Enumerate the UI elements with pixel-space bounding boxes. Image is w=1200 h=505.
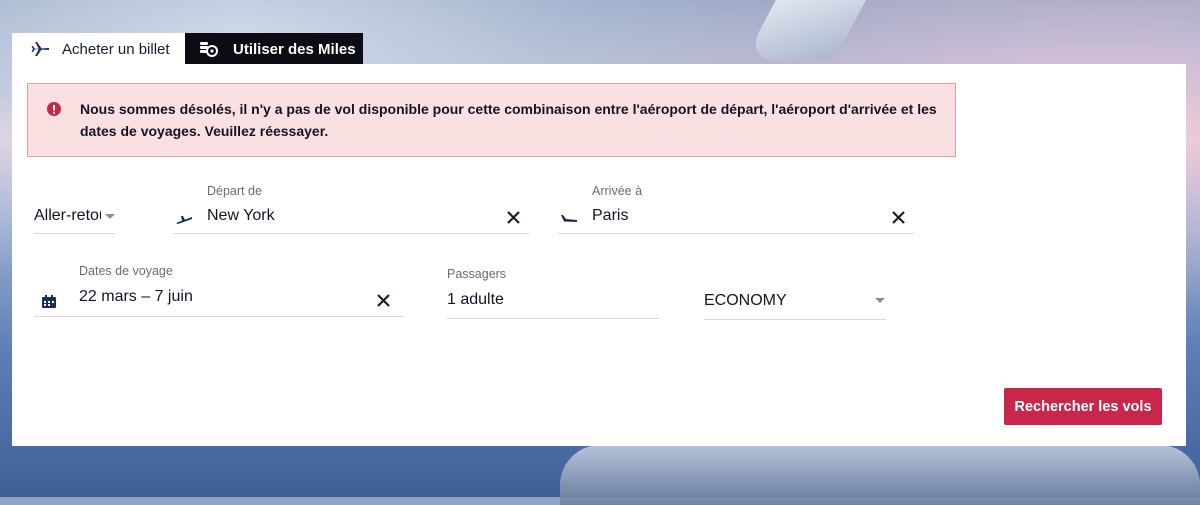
passengers-value: 1 adulte xyxy=(447,291,504,308)
cabin-class-value: ECONOMY xyxy=(704,292,787,309)
landing-icon xyxy=(561,215,577,222)
clear-departure-icon[interactable] xyxy=(507,211,520,224)
chevron-down-icon xyxy=(875,298,885,303)
dates-field[interactable]: 22 mars – 7 juin xyxy=(34,282,403,317)
plane-icon xyxy=(30,41,50,57)
chevron-down-icon xyxy=(105,214,115,219)
trip-type-value: Aller-retour xyxy=(34,207,101,224)
cabin-class-select[interactable]: ECONOMY xyxy=(704,284,886,320)
clear-dates-icon[interactable] xyxy=(377,294,390,307)
booking-form: Nous sommes désolés, il n'y a pas de vol… xyxy=(12,64,1186,446)
clear-arrival-icon[interactable] xyxy=(892,211,905,224)
trip-type-select[interactable]: Aller-retour xyxy=(34,200,116,234)
arrival-value: Paris xyxy=(592,207,629,224)
arrival-label: Arrivée à xyxy=(592,184,643,198)
error-alert: Nous sommes désolés, il n'y a pas de vol… xyxy=(27,83,956,157)
passengers-label: Passagers xyxy=(447,267,507,281)
calendar-icon xyxy=(42,295,56,308)
dates-label: Dates de voyage xyxy=(79,264,173,278)
tab-use-miles[interactable]: Utiliser des Miles xyxy=(185,33,363,65)
tab-buy-ticket[interactable]: Acheter un billet xyxy=(12,33,185,65)
background-engine xyxy=(560,445,1200,505)
departure-label: Départ de xyxy=(207,184,262,198)
error-message: Nous sommes désolés, il n'y a pas de vol… xyxy=(80,101,937,139)
booking-tabs: Acheter un billet Utiliser des Miles xyxy=(12,33,363,65)
search-flights-button[interactable]: Rechercher les vols xyxy=(1004,388,1162,425)
tab-buy-ticket-label: Acheter un billet xyxy=(62,40,170,58)
arrival-field[interactable]: Paris xyxy=(558,200,914,234)
error-icon xyxy=(47,102,61,121)
departure-field[interactable]: New York xyxy=(173,200,529,234)
dates-value: 22 mars – 7 juin xyxy=(79,288,193,305)
departure-value: New York xyxy=(207,207,275,224)
tab-use-miles-label: Utiliser des Miles xyxy=(233,40,356,58)
miles-coins-icon xyxy=(199,40,219,58)
passengers-field[interactable]: 1 adulte xyxy=(447,284,660,319)
takeoff-icon xyxy=(176,216,192,224)
